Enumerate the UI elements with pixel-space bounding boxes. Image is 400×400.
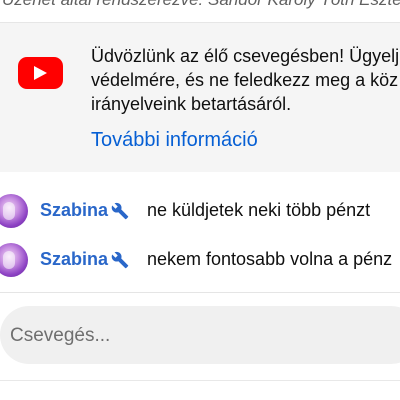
pinned-banner-text: Üzenet által rendszerezve: Sándor Károly…	[2, 0, 400, 10]
play-icon	[34, 66, 47, 80]
live-chat-panel: Üzenet által rendszerezve: Sándor Károly…	[0, 0, 400, 400]
divider	[0, 380, 400, 381]
chat-input-placeholder: Csevegés...	[10, 325, 111, 346]
welcome-message: Üdvözlünk az élő csevegésben! Ügyelj véd…	[0, 23, 400, 172]
chat-input[interactable]: Csevegés...	[0, 306, 400, 364]
welcome-text: Üdvözlünk az élő csevegésben! Ügyelj véd…	[91, 46, 400, 114]
message-text: ne küldjetek neki több pénzt	[147, 200, 371, 220]
pinned-banner: Üzenet által rendszerezve: Sándor Károly…	[0, 0, 400, 23]
avatar[interactable]	[0, 194, 28, 228]
wrench-icon	[111, 202, 129, 220]
chat-message: Szabina nekem fontosabb volna a pénz	[0, 241, 400, 281]
more-info-link[interactable]: További információ	[91, 129, 258, 152]
message-text: nekem fontosabb volna a pénz	[147, 249, 393, 269]
youtube-logo-icon	[18, 57, 63, 89]
message-author[interactable]: Szabina	[40, 200, 108, 221]
divider	[0, 292, 400, 293]
avatar[interactable]	[0, 243, 28, 277]
message-author[interactable]: Szabina	[40, 249, 108, 270]
chat-message: Szabina ne küldjetek neki több pénzt	[0, 192, 400, 232]
wrench-icon	[111, 251, 129, 269]
